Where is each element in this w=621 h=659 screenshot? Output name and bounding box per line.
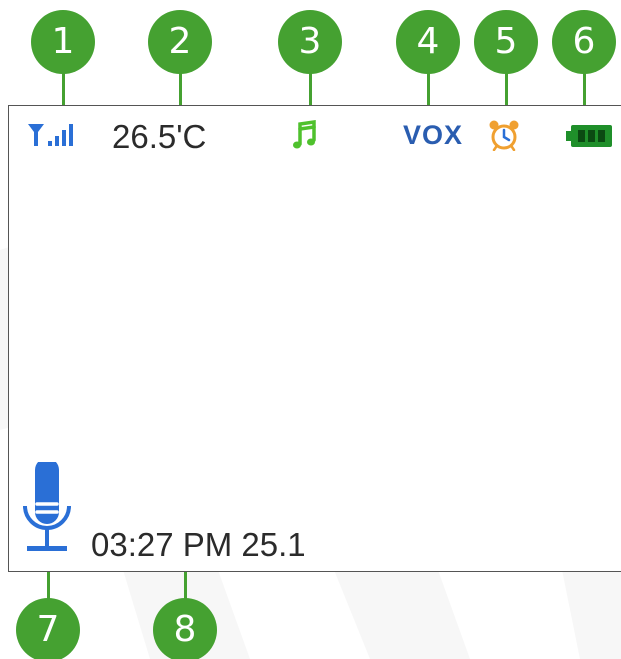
battery-full-icon (566, 125, 612, 147)
alarm-clock-icon (489, 120, 519, 151)
callout-8: 8 (153, 598, 217, 659)
leader-line-4 (427, 70, 430, 106)
leader-line-3 (309, 70, 312, 106)
callout-6: 6 (552, 10, 616, 74)
annotated-screen-diagram: 1 2 3 4 5 6 7 8 26.5'C VOX 03:27 PM 25.1 (0, 0, 621, 659)
leader-line-2 (179, 70, 182, 106)
datetime-readout: 03:27 PM 25.1 (91, 526, 306, 563)
leader-line-5 (505, 70, 508, 106)
device-screen: 26.5'C VOX 03:27 PM 25.1 (8, 105, 621, 572)
vox-indicator: VOX (403, 120, 464, 150)
callout-2: 2 (148, 10, 212, 74)
leader-line-1 (62, 70, 65, 106)
temperature-readout: 26.5'C (112, 118, 207, 155)
leader-line-6 (583, 70, 586, 106)
callout-3: 3 (278, 10, 342, 74)
microphone-icon (23, 462, 71, 551)
signal-strength-icon (28, 124, 73, 146)
callout-1: 1 (31, 10, 95, 74)
callout-4: 4 (396, 10, 460, 74)
music-note-icon (293, 120, 316, 149)
callout-7: 7 (16, 598, 80, 659)
callout-5: 5 (474, 10, 538, 74)
